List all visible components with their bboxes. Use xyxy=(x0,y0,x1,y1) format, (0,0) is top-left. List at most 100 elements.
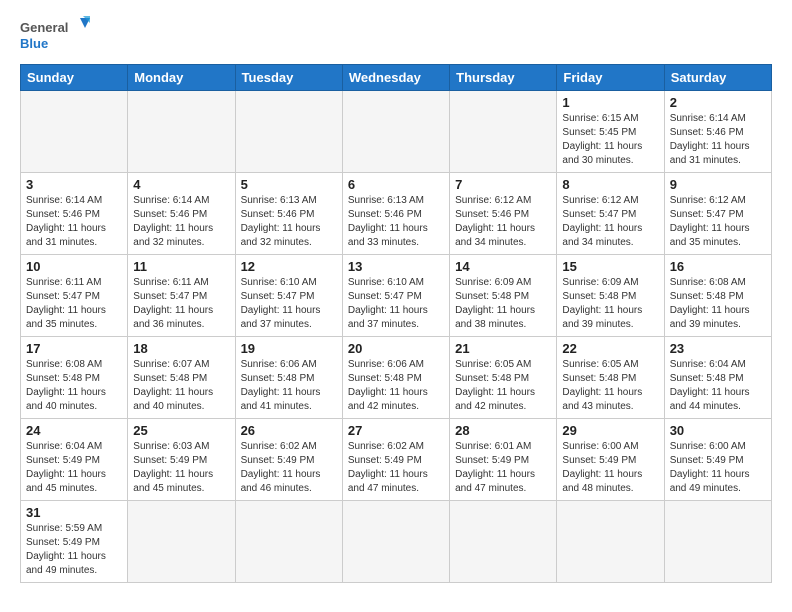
day-number: 10 xyxy=(26,259,122,274)
day-info: Sunrise: 6:02 AMSunset: 5:49 PMDaylight:… xyxy=(241,440,337,496)
day-info: Sunrise: 6:08 AMSunset: 5:48 PMDaylight:… xyxy=(26,358,122,414)
day-info: Sunrise: 6:03 AMSunset: 5:49 PMDaylight:… xyxy=(133,440,229,496)
day-number: 20 xyxy=(348,341,444,356)
day-number: 17 xyxy=(26,341,122,356)
weekday-header-row: SundayMondayTuesdayWednesdayThursdayFrid… xyxy=(21,65,772,91)
day-info: Sunrise: 6:09 AMSunset: 5:48 PMDaylight:… xyxy=(562,276,658,332)
day-info: Sunrise: 6:10 AMSunset: 5:47 PMDaylight:… xyxy=(348,276,444,332)
day-number: 13 xyxy=(348,259,444,274)
calendar-cell: 17 Sunrise: 6:08 AMSunset: 5:48 PMDayligh… xyxy=(21,337,128,419)
calendar-week-row: 10 Sunrise: 6:11 AMSunset: 5:47 PMDayligh… xyxy=(21,255,772,337)
calendar-cell: 18 Sunrise: 6:07 AMSunset: 5:48 PMDayligh… xyxy=(128,337,235,419)
weekday-header-saturday: Saturday xyxy=(664,65,771,91)
calendar-cell: 24 Sunrise: 6:04 AMSunset: 5:49 PMDayligh… xyxy=(21,419,128,501)
day-number: 28 xyxy=(455,423,551,438)
weekday-header-friday: Friday xyxy=(557,65,664,91)
calendar-cell xyxy=(450,91,557,173)
day-info: Sunrise: 6:14 AMSunset: 5:46 PMDaylight:… xyxy=(670,112,766,168)
calendar-cell xyxy=(235,501,342,583)
day-info: Sunrise: 6:04 AMSunset: 5:49 PMDaylight:… xyxy=(26,440,122,496)
calendar-cell xyxy=(557,501,664,583)
calendar-table: SundayMondayTuesdayWednesdayThursdayFrid… xyxy=(20,64,772,583)
weekday-header-sunday: Sunday xyxy=(21,65,128,91)
day-info: Sunrise: 5:59 AMSunset: 5:49 PMDaylight:… xyxy=(26,522,122,578)
day-number: 30 xyxy=(670,423,766,438)
day-info: Sunrise: 6:05 AMSunset: 5:48 PMDaylight:… xyxy=(455,358,551,414)
day-number: 18 xyxy=(133,341,229,356)
calendar-cell: 4 Sunrise: 6:14 AMSunset: 5:46 PMDaylight… xyxy=(128,173,235,255)
svg-text:General: General xyxy=(20,20,68,35)
day-number: 4 xyxy=(133,177,229,192)
calendar-cell: 21 Sunrise: 6:05 AMSunset: 5:48 PMDayligh… xyxy=(450,337,557,419)
calendar-cell: 3Sunrise: 6:14 AMSunset: 5:46 PMDaylight… xyxy=(21,173,128,255)
svg-text:Blue: Blue xyxy=(20,36,48,51)
day-info: Sunrise: 6:12 AMSunset: 5:47 PMDaylight:… xyxy=(562,194,658,250)
calendar-week-row: 1 Sunrise: 6:15 AMSunset: 5:45 PMDaylight… xyxy=(21,91,772,173)
day-info: Sunrise: 6:13 AMSunset: 5:46 PMDaylight:… xyxy=(348,194,444,250)
calendar-cell: 1 Sunrise: 6:15 AMSunset: 5:45 PMDaylight… xyxy=(557,91,664,173)
day-info: Sunrise: 6:01 AMSunset: 5:49 PMDaylight:… xyxy=(455,440,551,496)
calendar-cell: 6 Sunrise: 6:13 AMSunset: 5:46 PMDaylight… xyxy=(342,173,449,255)
day-info: Sunrise: 6:05 AMSunset: 5:48 PMDaylight:… xyxy=(562,358,658,414)
day-number: 6 xyxy=(348,177,444,192)
day-number: 31 xyxy=(26,505,122,520)
day-number: 23 xyxy=(670,341,766,356)
day-info: Sunrise: 6:11 AMSunset: 5:47 PMDaylight:… xyxy=(26,276,122,332)
calendar-cell: 23 Sunrise: 6:04 AMSunset: 5:48 PMDayligh… xyxy=(664,337,771,419)
weekday-header-wednesday: Wednesday xyxy=(342,65,449,91)
day-info: Sunrise: 6:13 AMSunset: 5:46 PMDaylight:… xyxy=(241,194,337,250)
day-info: Sunrise: 6:09 AMSunset: 5:48 PMDaylight:… xyxy=(455,276,551,332)
calendar-cell: 16Sunrise: 6:08 AMSunset: 5:48 PMDayligh… xyxy=(664,255,771,337)
day-info: Sunrise: 6:10 AMSunset: 5:47 PMDaylight:… xyxy=(241,276,337,332)
day-info: Sunrise: 6:15 AMSunset: 5:45 PMDaylight:… xyxy=(562,112,658,168)
day-info: Sunrise: 6:07 AMSunset: 5:48 PMDaylight:… xyxy=(133,358,229,414)
day-info: Sunrise: 6:00 AMSunset: 5:49 PMDaylight:… xyxy=(670,440,766,496)
day-number: 2 xyxy=(670,95,766,110)
calendar-cell xyxy=(128,501,235,583)
calendar-week-row: 31 Sunrise: 5:59 AMSunset: 5:49 PMDayligh… xyxy=(21,501,772,583)
day-info: Sunrise: 6:14 AMSunset: 5:46 PMDaylight:… xyxy=(26,194,122,250)
calendar-week-row: 17 Sunrise: 6:08 AMSunset: 5:48 PMDayligh… xyxy=(21,337,772,419)
day-number: 8 xyxy=(562,177,658,192)
calendar-week-row: 3Sunrise: 6:14 AMSunset: 5:46 PMDaylight… xyxy=(21,173,772,255)
calendar-cell: 7Sunrise: 6:12 AMSunset: 5:46 PMDaylight… xyxy=(450,173,557,255)
calendar-cell: 22 Sunrise: 6:05 AMSunset: 5:48 PMDayligh… xyxy=(557,337,664,419)
day-number: 24 xyxy=(26,423,122,438)
day-number: 22 xyxy=(562,341,658,356)
calendar-cell xyxy=(21,91,128,173)
day-info: Sunrise: 6:06 AMSunset: 5:48 PMDaylight:… xyxy=(348,358,444,414)
day-number: 14 xyxy=(455,259,551,274)
calendar-week-row: 24 Sunrise: 6:04 AMSunset: 5:49 PMDayligh… xyxy=(21,419,772,501)
day-info: Sunrise: 6:08 AMSunset: 5:48 PMDaylight:… xyxy=(670,276,766,332)
day-number: 27 xyxy=(348,423,444,438)
calendar-cell: 31 Sunrise: 5:59 AMSunset: 5:49 PMDayligh… xyxy=(21,501,128,583)
day-number: 15 xyxy=(562,259,658,274)
calendar-cell: 2 Sunrise: 6:14 AMSunset: 5:46 PMDaylight… xyxy=(664,91,771,173)
day-number: 25 xyxy=(133,423,229,438)
day-info: Sunrise: 6:02 AMSunset: 5:49 PMDaylight:… xyxy=(348,440,444,496)
day-info: Sunrise: 6:14 AMSunset: 5:46 PMDaylight:… xyxy=(133,194,229,250)
day-info: Sunrise: 6:11 AMSunset: 5:47 PMDaylight:… xyxy=(133,276,229,332)
logo: General Blue xyxy=(20,16,90,56)
day-number: 19 xyxy=(241,341,337,356)
calendar-cell: 8 Sunrise: 6:12 AMSunset: 5:47 PMDaylight… xyxy=(557,173,664,255)
day-info: Sunrise: 6:04 AMSunset: 5:48 PMDaylight:… xyxy=(670,358,766,414)
calendar-cell: 26 Sunrise: 6:02 AMSunset: 5:49 PMDayligh… xyxy=(235,419,342,501)
day-info: Sunrise: 6:12 AMSunset: 5:47 PMDaylight:… xyxy=(670,194,766,250)
weekday-header-tuesday: Tuesday xyxy=(235,65,342,91)
day-number: 7 xyxy=(455,177,551,192)
day-number: 11 xyxy=(133,259,229,274)
calendar-cell: 14 Sunrise: 6:09 AMSunset: 5:48 PMDayligh… xyxy=(450,255,557,337)
day-number: 26 xyxy=(241,423,337,438)
calendar-cell: 30 Sunrise: 6:00 AMSunset: 5:49 PMDayligh… xyxy=(664,419,771,501)
day-number: 1 xyxy=(562,95,658,110)
page: General Blue SundayMondayTuesdayWednesda… xyxy=(0,0,792,593)
calendar-cell: 15 Sunrise: 6:09 AMSunset: 5:48 PMDayligh… xyxy=(557,255,664,337)
calendar-cell xyxy=(235,91,342,173)
calendar-cell: 9Sunrise: 6:12 AMSunset: 5:47 PMDaylight… xyxy=(664,173,771,255)
generalblue-logo-icon: General Blue xyxy=(20,16,90,56)
calendar-cell xyxy=(342,91,449,173)
calendar-cell xyxy=(664,501,771,583)
day-number: 21 xyxy=(455,341,551,356)
calendar-cell: 27 Sunrise: 6:02 AMSunset: 5:49 PMDayligh… xyxy=(342,419,449,501)
